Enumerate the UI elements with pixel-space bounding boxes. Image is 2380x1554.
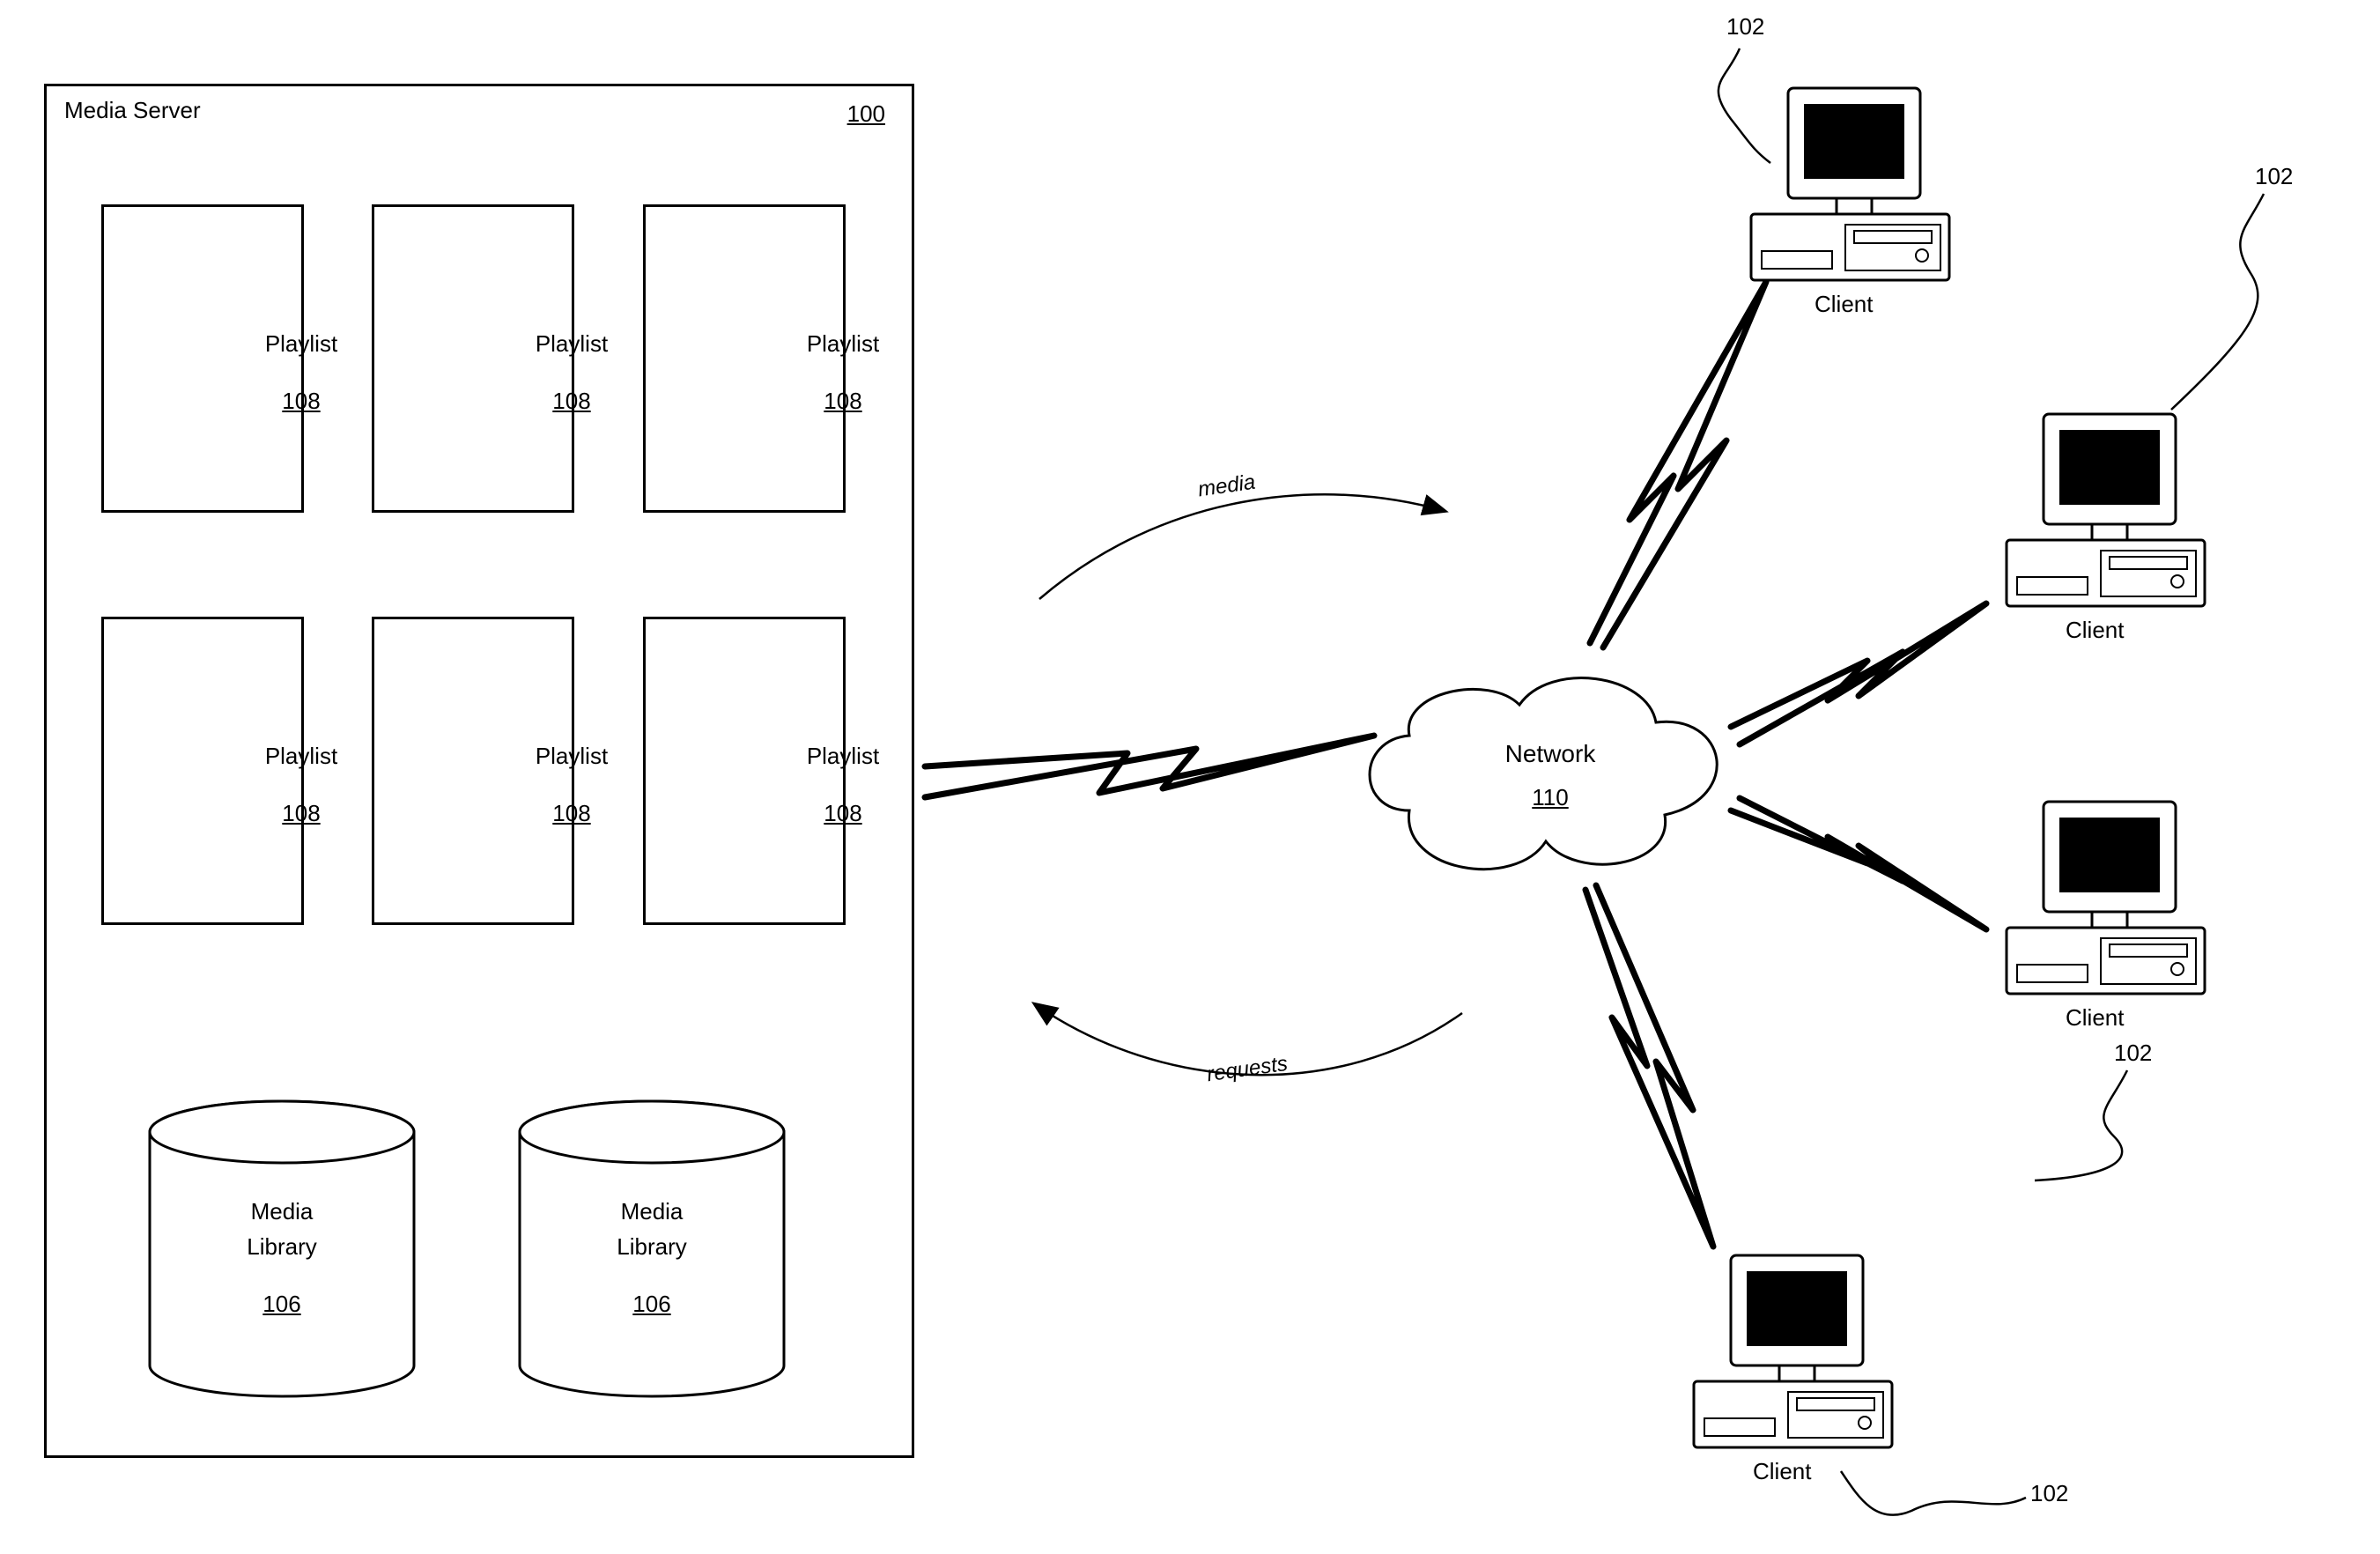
client-ref: 102 [2114,1040,2152,1067]
client-label: Client [1753,1458,1811,1485]
client-ref: 102 [1726,13,1764,41]
lightning-bolt-icon [1590,282,1766,648]
lightning-bolt-icon [1731,603,1986,744]
lightning-bolt-icon [925,736,1374,797]
client-ref: 102 [2030,1480,2068,1507]
client-computer-icon [1678,1247,1907,1481]
lightning-bolt-icon [1731,798,1986,929]
client-label: Client [2066,617,2124,644]
client-ref: 102 [2255,163,2293,190]
lightning-bolt-icon [1585,885,1713,1247]
client-computer-icon [1735,79,1964,314]
client-label: Client [2066,1004,2124,1032]
diagram-stage: Media Server 100 Playlist 108 Playlist 1… [0,0,2380,1554]
connectors-overlay [0,0,2380,1554]
client-label: Client [1815,291,1873,318]
client-computer-icon [1991,793,2220,1027]
client-computer-icon [1991,405,2220,640]
